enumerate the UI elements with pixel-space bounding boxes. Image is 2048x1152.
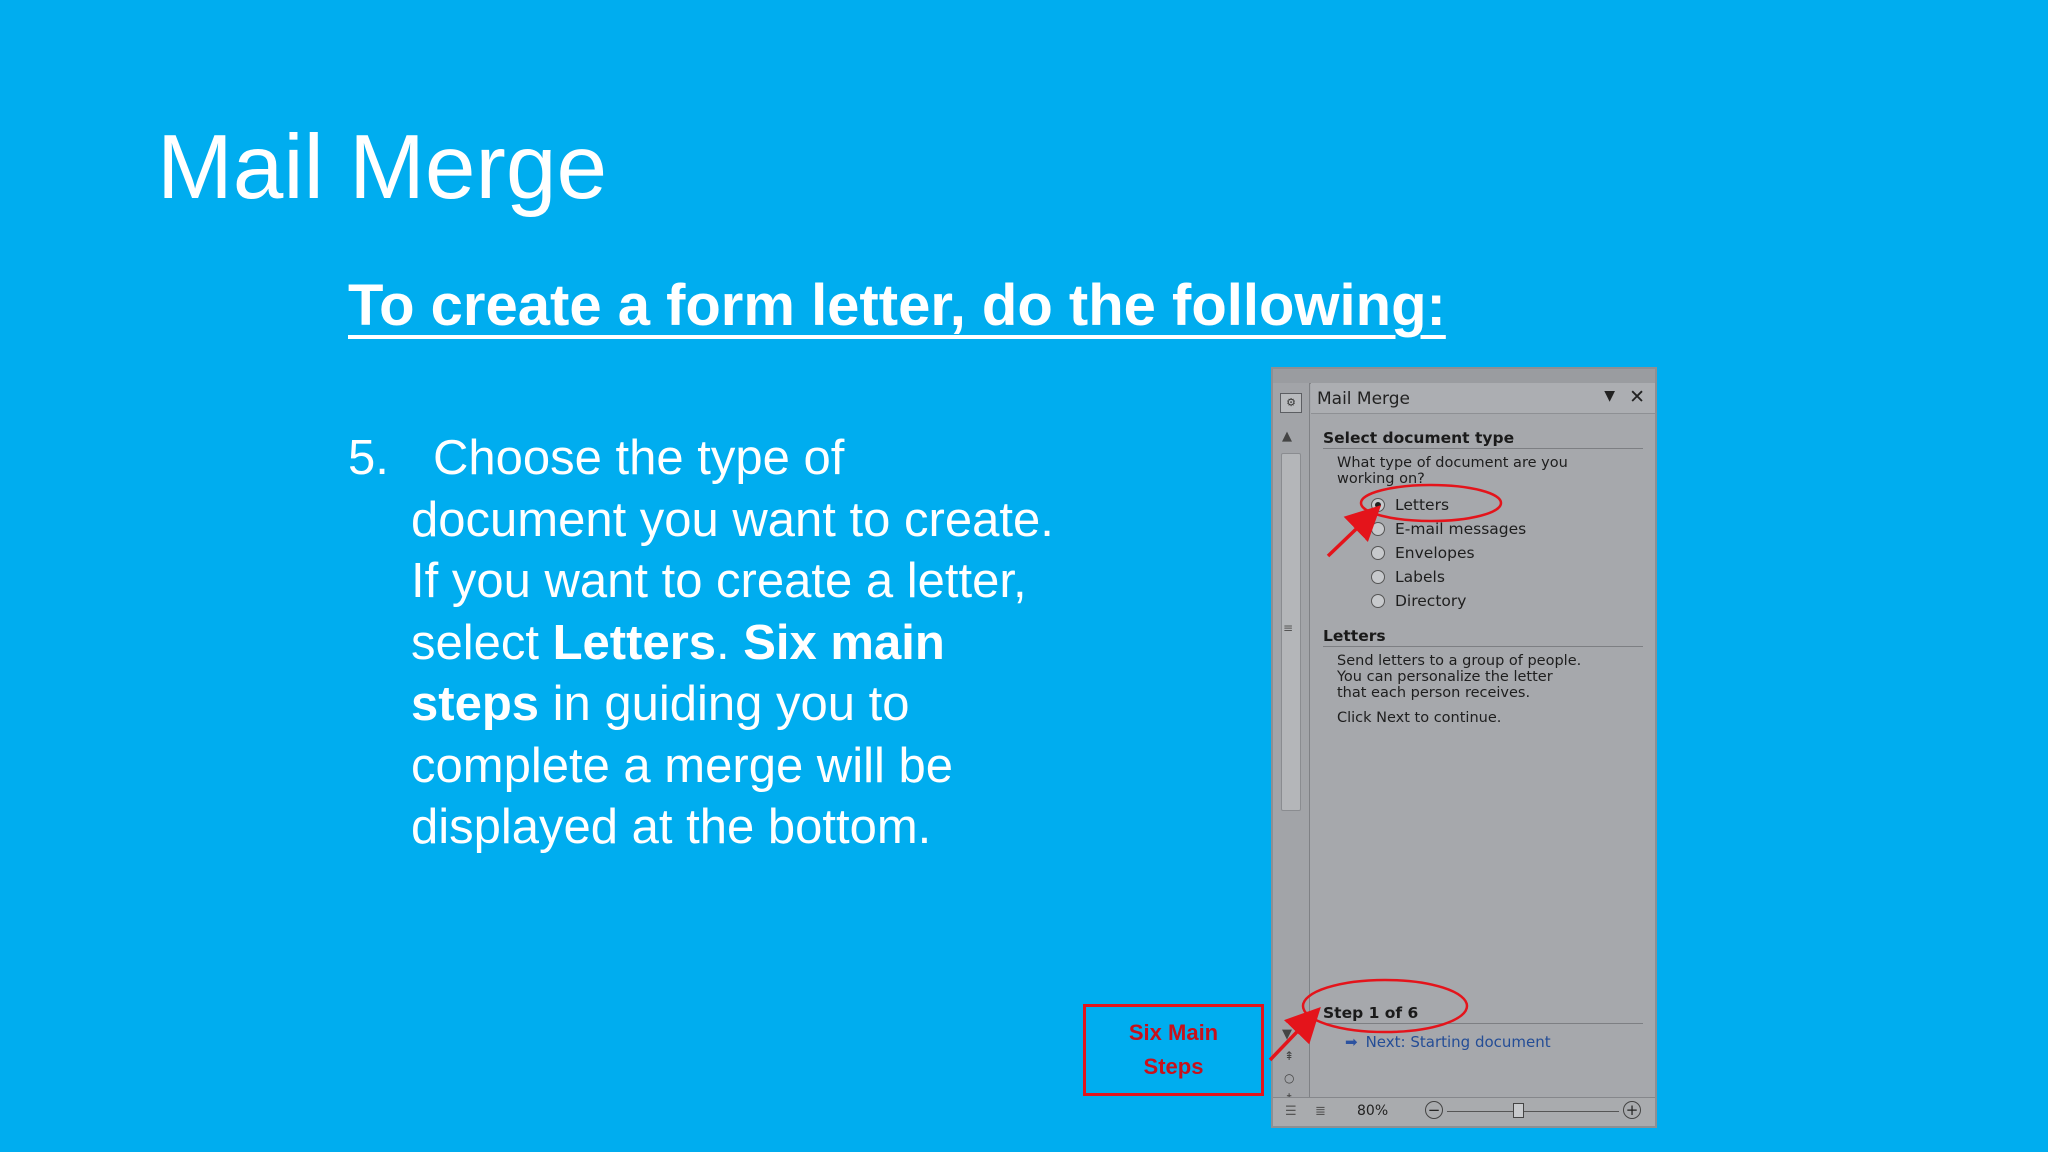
section-heading-document-type: Select document type bbox=[1323, 429, 1515, 447]
step-line-4-mid: . bbox=[716, 615, 744, 670]
next-step-link[interactable]: ➡ Next: Starting document bbox=[1345, 1033, 1551, 1051]
radio-button[interactable] bbox=[1371, 546, 1385, 560]
zoom-level[interactable]: 80% bbox=[1357, 1103, 1388, 1119]
radio-envelopes[interactable]: Envelopes bbox=[1371, 543, 1475, 563]
question-line-1: What type of document are you bbox=[1337, 455, 1568, 471]
radio-label: Envelopes bbox=[1395, 544, 1475, 562]
letters-desc-line-3: that each person receives. bbox=[1337, 685, 1531, 701]
zoom-in-icon[interactable]: + bbox=[1623, 1101, 1641, 1119]
dropdown-arrow-icon[interactable]: ▼ bbox=[1604, 388, 1615, 404]
zoom-slider-track[interactable] bbox=[1447, 1111, 1619, 1112]
mail-merge-task-pane: ⚙ ▲ ≡ ▼ ⇞ ○ ⇟ Mail Merge ▼ ✕ Select docu… bbox=[1271, 367, 1657, 1128]
step-line-5: steps in guiding you to bbox=[348, 674, 1128, 736]
pane-side-toolbar: ⚙ ▲ ≡ ▼ ⇞ ○ ⇟ bbox=[1273, 383, 1310, 1105]
radio-button[interactable] bbox=[1371, 498, 1385, 512]
arrow-right-icon: ➡ bbox=[1345, 1033, 1358, 1051]
pane-header: Mail Merge ▼ ✕ bbox=[1311, 383, 1655, 414]
continue-instruction: Click Next to continue. bbox=[1337, 710, 1502, 726]
letters-desc-line-2: You can personalize the letter bbox=[1337, 669, 1553, 685]
callout-line-2: Steps bbox=[1143, 1054, 1204, 1079]
step-line-5-rest: in guiding you to bbox=[539, 677, 910, 731]
merge-icon[interactable]: ⚙ bbox=[1280, 393, 1302, 413]
radio-letters[interactable]: Letters bbox=[1371, 495, 1449, 515]
step-line-4-pre: select bbox=[411, 615, 553, 670]
status-bar: ☰ ≣ 80% − + bbox=[1273, 1097, 1655, 1126]
next-step-label: Next: Starting document bbox=[1365, 1033, 1551, 1051]
step-line-6: complete a merge will be bbox=[411, 738, 953, 793]
scroll-grip-icon[interactable]: ≡ bbox=[1283, 621, 1293, 635]
radio-label: Labels bbox=[1395, 568, 1445, 586]
slide-title: Mail Merge bbox=[157, 117, 608, 218]
section-divider bbox=[1323, 1023, 1643, 1024]
pane-top-strip bbox=[1273, 369, 1655, 384]
outline-view-icon[interactable]: ≣ bbox=[1315, 1104, 1326, 1119]
callout-line-1: Six Main bbox=[1128, 1020, 1219, 1045]
step-six-main-bold: Six main bbox=[743, 615, 945, 670]
previous-page-icon[interactable]: ⇞ bbox=[1284, 1049, 1294, 1063]
draft-view-icon[interactable]: ☰ bbox=[1285, 1104, 1297, 1119]
zoom-slider-thumb[interactable] bbox=[1513, 1103, 1524, 1118]
radio-label: Directory bbox=[1395, 592, 1467, 610]
radio-labels[interactable]: Labels bbox=[1371, 567, 1445, 587]
step-line-3: If you want to create a letter, bbox=[411, 554, 1027, 608]
step-line-4: select Letters. Six main bbox=[348, 613, 1128, 675]
zoom-out-icon[interactable]: − bbox=[1425, 1101, 1443, 1119]
radio-label: E-mail messages bbox=[1395, 520, 1527, 538]
step-number: 5. bbox=[348, 431, 389, 485]
radio-email-messages[interactable]: E-mail messages bbox=[1371, 519, 1526, 539]
step-letters-bold: Letters bbox=[552, 615, 717, 670]
step-steps-bold: steps bbox=[411, 677, 540, 731]
step-line-1-text: Choose the type of bbox=[433, 431, 845, 485]
step-line-7: displayed at the bottom. bbox=[411, 800, 932, 854]
radio-button[interactable] bbox=[1371, 522, 1385, 536]
step-indicator: Step 1 of 6 bbox=[1323, 1004, 1419, 1022]
pane-title: Mail Merge bbox=[1317, 389, 1411, 409]
step-instruction: 5. Choose the type of document you want t… bbox=[348, 428, 1128, 859]
section-divider bbox=[1323, 448, 1643, 449]
question-line-2: working on? bbox=[1337, 471, 1425, 487]
radio-label: Letters bbox=[1395, 496, 1450, 514]
six-main-steps-callout: Six Main Steps bbox=[1083, 1004, 1264, 1096]
slide-subtitle: To create a form letter, do the followin… bbox=[348, 273, 1446, 338]
radio-button[interactable] bbox=[1371, 594, 1385, 608]
browse-object-icon[interactable]: ○ bbox=[1284, 1071, 1294, 1085]
scroll-down-icon[interactable]: ▼ bbox=[1282, 1027, 1292, 1042]
close-icon[interactable]: ✕ bbox=[1629, 386, 1645, 408]
letters-desc-line-1: Send letters to a group of people. bbox=[1337, 653, 1582, 669]
step-line-2: document you want to create. bbox=[411, 492, 1054, 547]
scroll-up-icon[interactable]: ▲ bbox=[1282, 429, 1292, 444]
section-heading-letters: Letters bbox=[1323, 627, 1386, 645]
radio-button[interactable] bbox=[1371, 570, 1385, 584]
section-divider bbox=[1323, 646, 1643, 647]
step-line-1: 5. Choose the type of bbox=[348, 428, 1128, 490]
radio-directory[interactable]: Directory bbox=[1371, 591, 1466, 611]
